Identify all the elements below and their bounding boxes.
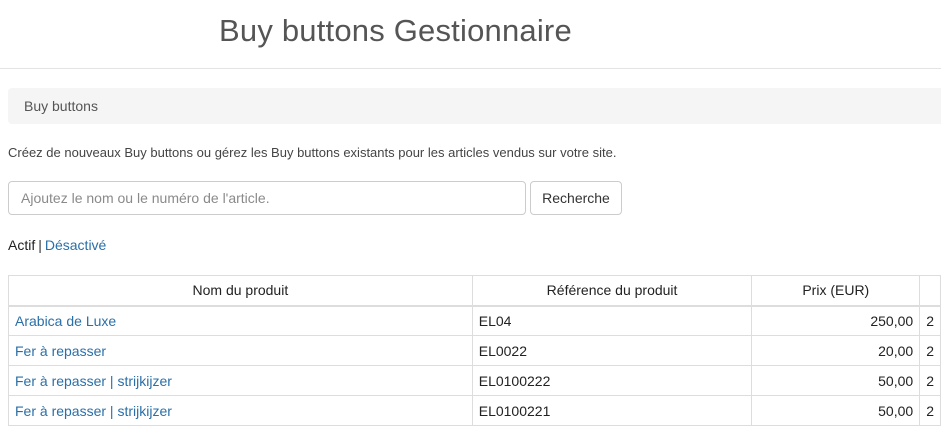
product-name-cell: Arabica de Luxe — [8, 305, 473, 336]
product-reference-cell: EL0022 — [471, 335, 753, 366]
filter-inactive-link[interactable]: Désactivé — [45, 237, 106, 253]
product-price-cell: 250,00 — [751, 305, 921, 336]
product-name-link[interactable]: Fer à repasser | strijkijzer — [15, 373, 172, 389]
product-table: Nom du produit Référence du produit Prix… — [8, 275, 941, 426]
column-header-price: Prix (EUR) — [751, 275, 921, 307]
product-name-link[interactable]: Fer à repasser — [15, 343, 106, 359]
column-header-product-reference: Référence du produit — [471, 275, 753, 307]
status-filter: Actif | Désactivé — [8, 237, 106, 253]
breadcrumb-item-buy-buttons: Buy buttons — [24, 98, 98, 114]
table-row: Fer à repasser EL0022 20,00 2 — [8, 335, 941, 366]
table-header-row: Nom du produit Référence du produit Prix… — [8, 275, 941, 307]
product-reference-cell: EL0100221 — [471, 395, 753, 426]
table-row: Fer à repasser | strijkijzer EL0100221 5… — [8, 395, 941, 426]
page-description: Créez de nouveaux Buy buttons ou gérez l… — [8, 145, 617, 160]
table-row: Arabica de Luxe EL04 250,00 2 — [8, 305, 941, 336]
column-header-extra — [919, 275, 941, 307]
product-extra-cell: 2 — [919, 365, 941, 396]
product-name-link[interactable]: Fer à repasser | strijkijzer — [15, 403, 172, 419]
filter-separator: | — [38, 237, 42, 253]
product-reference-cell: EL04 — [471, 305, 753, 336]
product-reference-cell: EL0100222 — [471, 365, 753, 396]
breadcrumb: Buy buttons — [8, 88, 941, 124]
column-header-product-name: Nom du produit — [8, 275, 473, 307]
product-name-cell: Fer à repasser — [8, 335, 473, 366]
search-button[interactable]: Recherche — [530, 181, 622, 215]
product-extra-cell: 2 — [919, 305, 941, 336]
page-title: Buy buttons Gestionnaire — [219, 13, 572, 48]
product-name-cell: Fer à repasser | strijkijzer — [8, 395, 473, 426]
product-price-cell: 50,00 — [751, 395, 921, 426]
product-price-cell: 50,00 — [751, 365, 921, 396]
search-input[interactable] — [8, 181, 526, 215]
product-name-link[interactable]: Arabica de Luxe — [15, 313, 116, 329]
page-header: Buy buttons Gestionnaire — [0, 0, 941, 69]
product-extra-cell: 2 — [919, 335, 941, 366]
filter-active-label: Actif — [8, 237, 36, 253]
product-price-cell: 20,00 — [751, 335, 921, 366]
product-extra-cell: 2 — [919, 395, 941, 426]
table-row: Fer à repasser | strijkijzer EL0100222 5… — [8, 365, 941, 396]
product-name-cell: Fer à repasser | strijkijzer — [8, 365, 473, 396]
